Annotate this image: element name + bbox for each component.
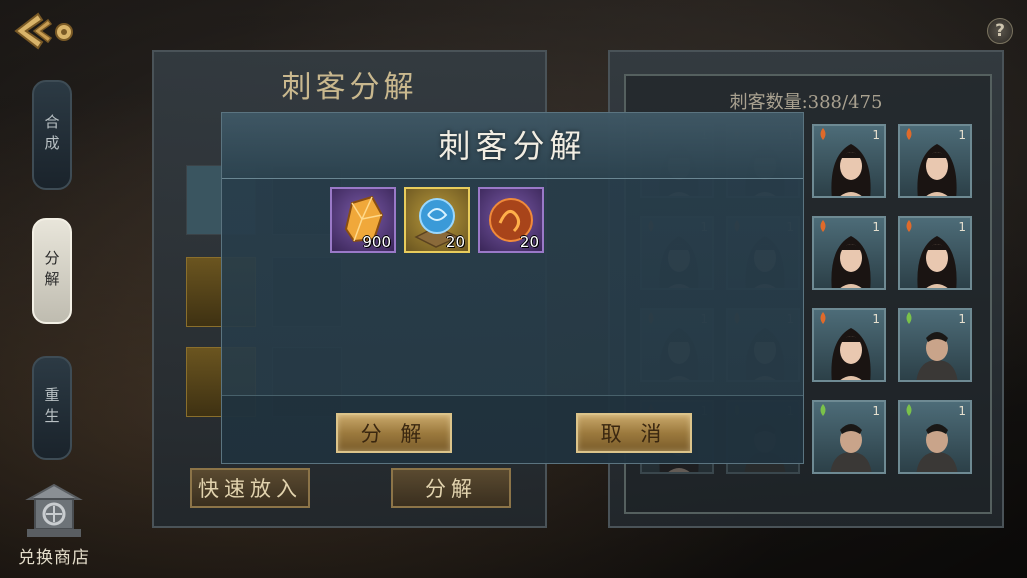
back-arrow-icon — [14, 12, 73, 50]
item-quantity: 20 — [519, 233, 539, 251]
assassin-portrait-icon — [831, 236, 871, 288]
quick-put-button[interactable]: 快速放入 — [190, 468, 310, 508]
assassin-card[interactable]: 1 — [812, 400, 886, 474]
tab-rebirth-label: 重生 — [42, 387, 61, 429]
item-quantity: 20 — [445, 233, 465, 251]
reward-item-amber[interactable]: 900 — [330, 187, 396, 253]
assassin-card[interactable]: 1 — [898, 124, 972, 198]
tab-decompose[interactable]: 分解 — [32, 218, 72, 324]
dialog-title: 刺客分解 — [438, 127, 587, 165]
dialog-header: 刺客分解 — [222, 113, 803, 179]
assassin-portrait-icon — [831, 328, 871, 380]
dialog-footer — [222, 395, 803, 463]
reward-item-fire-orb[interactable]: 20 — [478, 187, 544, 253]
decompose-button[interactable]: 分解 — [391, 468, 511, 508]
assassin-count: 刺客数量:388/475 — [729, 92, 883, 113]
assassin-card[interactable]: 1 — [898, 400, 972, 474]
assassin-portrait-icon — [916, 332, 958, 380]
assassin-portrait-icon — [917, 144, 957, 196]
assassin-card[interactable]: 1 — [898, 216, 972, 290]
pagoda-icon — [25, 483, 83, 537]
panel-title: 刺客分解 — [281, 70, 418, 105]
assassin-portrait-icon — [830, 424, 872, 472]
assassin-card[interactable]: 1 — [812, 308, 886, 382]
exchange-shop-label: 兑换商店 — [18, 548, 90, 568]
item-quantity: 900 — [362, 233, 391, 251]
assassin-card[interactable]: 1 — [812, 216, 886, 290]
help-button[interactable]: ? — [987, 18, 1013, 44]
cancel-button[interactable]: 取 消 — [576, 413, 692, 453]
assassin-portrait-icon — [917, 236, 957, 288]
assassin-portrait-icon — [831, 144, 871, 196]
assassin-portrait-icon — [916, 424, 958, 472]
reward-item-blue-orb[interactable]: 20 — [404, 187, 470, 253]
exchange-shop-button[interactable]: 兑换商店 — [6, 472, 102, 568]
tab-decompose-label: 分解 — [42, 250, 61, 292]
assassin-card[interactable]: 1 — [898, 308, 972, 382]
tab-compose-label: 合成 — [42, 114, 61, 156]
decompose-confirm-dialog: 刺客分解 900 20 20 分 解 取 消 — [221, 112, 804, 464]
confirm-decompose-button[interactable]: 分 解 — [336, 413, 452, 453]
assassin-card[interactable]: 1 — [812, 124, 886, 198]
tab-compose[interactable]: 合成 — [32, 80, 72, 190]
tab-rebirth[interactable]: 重生 — [32, 356, 72, 460]
back-button[interactable] — [8, 8, 78, 54]
